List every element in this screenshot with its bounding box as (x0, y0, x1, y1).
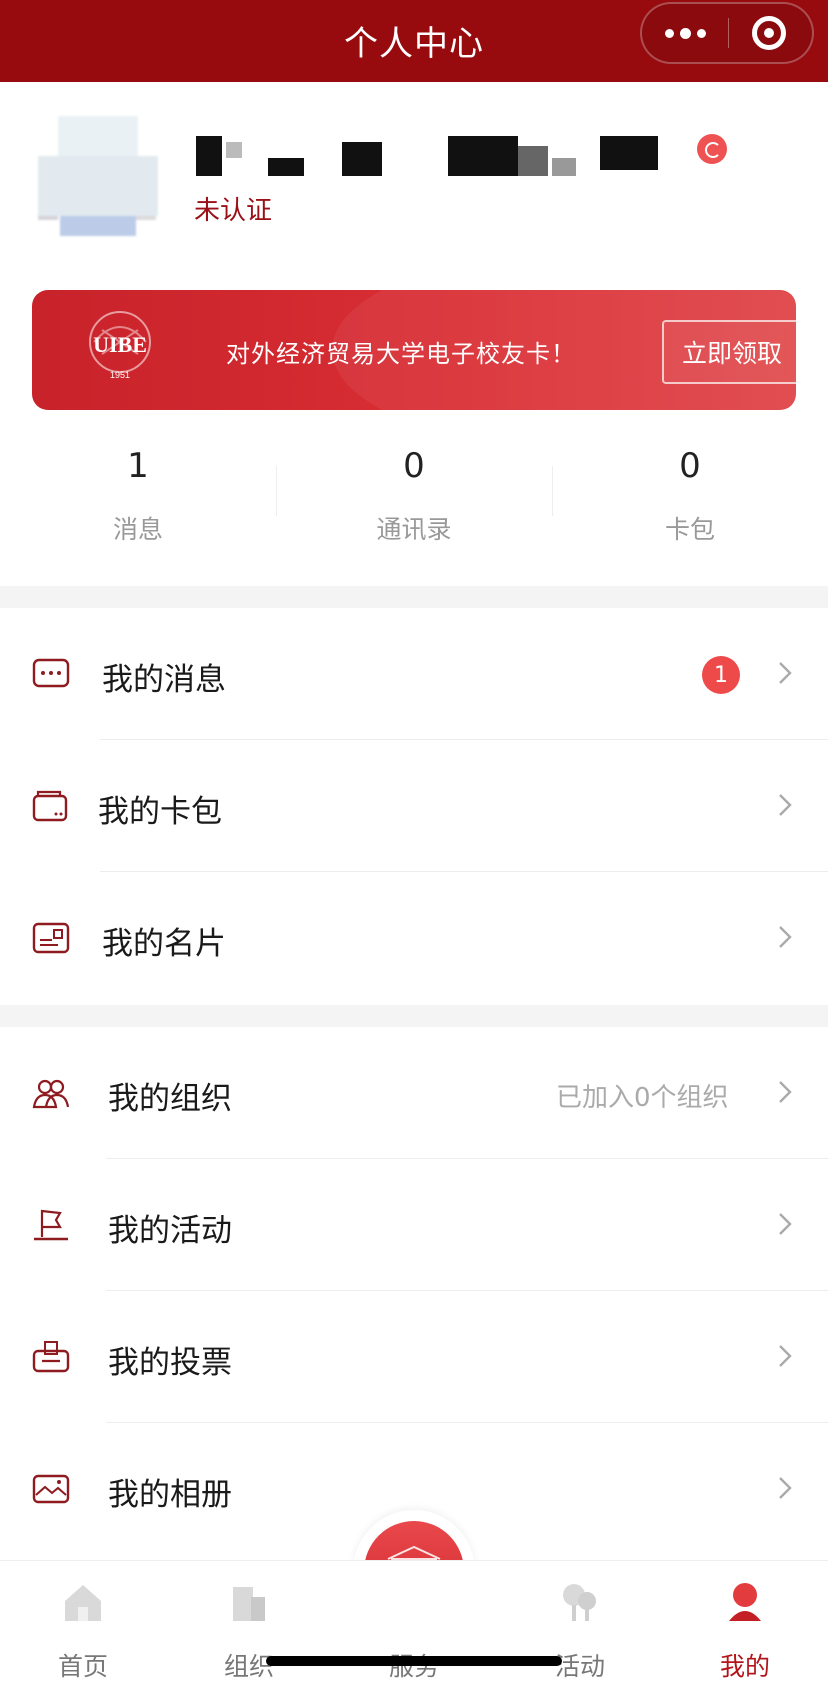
wallet-icon (32, 790, 68, 822)
flag-icon (34, 1209, 68, 1241)
stats-row: 1 消息 0 通讯录 0 卡包 (0, 436, 828, 556)
menu-label: 我的名片 (102, 926, 226, 962)
chevron-right-icon (779, 926, 792, 948)
university-logo-icon: UIBE 1951 (89, 311, 151, 380)
stat-label: 通讯录 (376, 515, 452, 544)
auth-status[interactable]: 未认证 (194, 190, 272, 227)
menu-label: 我的投票 (108, 1345, 232, 1381)
menu-item-my-messages[interactable]: 我的消息 1 (0, 608, 828, 740)
unread-count-badge: 1 (702, 656, 740, 694)
menu-label: 我的组织 (108, 1081, 232, 1117)
banner-text: 对外经济贸易大学电子校友卡！ (226, 340, 576, 368)
stat-value: 0 (679, 446, 701, 486)
chevron-right-icon (779, 662, 792, 684)
chevron-right-icon (779, 1477, 792, 1499)
capsule-divider (728, 18, 729, 48)
tab-label: 首页 (57, 1652, 108, 1681)
tab-home[interactable]: 首页 (0, 1561, 166, 1681)
claim-card-button[interactable]: 立即领取 (662, 320, 796, 384)
people-icon (32, 1079, 70, 1109)
profile-icon (729, 1583, 761, 1621)
stat-value: 1 (127, 446, 149, 486)
home-indicator (266, 1656, 562, 1666)
menu-item-my-activities[interactable]: 我的活动 (0, 1159, 828, 1291)
dot-icon (679, 27, 691, 39)
menu-item-my-cardholder[interactable]: 我的卡包 (0, 740, 828, 872)
chevron-right-icon (779, 1081, 792, 1103)
menu-item-my-organizations[interactable]: 我的组织 已加入0个组织 (0, 1027, 828, 1159)
chevron-right-icon (779, 1213, 792, 1235)
menu-label: 我的活动 (108, 1213, 232, 1249)
tab-label: 我的 (719, 1652, 770, 1681)
business-card-icon (32, 922, 70, 954)
section-gap (0, 1005, 828, 1027)
menu-label: 我的消息 (102, 662, 226, 698)
organizations-hint: 已加入0个组织 (556, 1083, 729, 1113)
section-gap (0, 586, 828, 608)
dot-icon (664, 28, 674, 38)
chevron-right-icon (779, 1345, 792, 1367)
trees-icon (563, 1584, 596, 1621)
stat-label: 消息 (112, 515, 163, 544)
photo-album-icon (32, 1474, 70, 1504)
stat-contacts[interactable]: 0 通讯录 (276, 436, 552, 556)
stat-cards[interactable]: 0 卡包 (552, 436, 828, 556)
message-icon (32, 658, 70, 688)
svg-text:1951: 1951 (110, 370, 130, 380)
buildings-icon (233, 1587, 265, 1621)
home-icon (65, 1585, 101, 1621)
svg-text:UIBE: UIBE (93, 332, 147, 357)
avatar[interactable] (38, 116, 158, 240)
close-miniprogram-icon[interactable] (752, 16, 786, 50)
refresh-icon[interactable] (697, 134, 727, 164)
user-name-redacted (196, 136, 666, 176)
tab-mine[interactable]: 我的 (662, 1561, 828, 1681)
chevron-right-icon (779, 794, 792, 816)
dot-icon (696, 28, 706, 38)
menu-item-my-business-card[interactable]: 我的名片 (0, 872, 828, 1004)
miniprogram-capsule (640, 2, 814, 64)
menu-label: 我的相册 (108, 1477, 232, 1513)
more-button[interactable] (642, 4, 728, 62)
stat-label: 卡包 (664, 515, 715, 544)
menu-item-my-votes[interactable]: 我的投票 (0, 1291, 828, 1423)
stat-messages[interactable]: 1 消息 (0, 436, 276, 556)
menu-label: 我的卡包 (98, 794, 222, 830)
stat-value: 0 (403, 446, 425, 486)
alumni-card-banner[interactable]: UIBE 1951 对外经济贸易大学电子校友卡！ 立即领取 (32, 290, 796, 410)
ballot-box-icon (32, 1341, 70, 1373)
navigation-bar: 个人中心 (0, 0, 828, 82)
